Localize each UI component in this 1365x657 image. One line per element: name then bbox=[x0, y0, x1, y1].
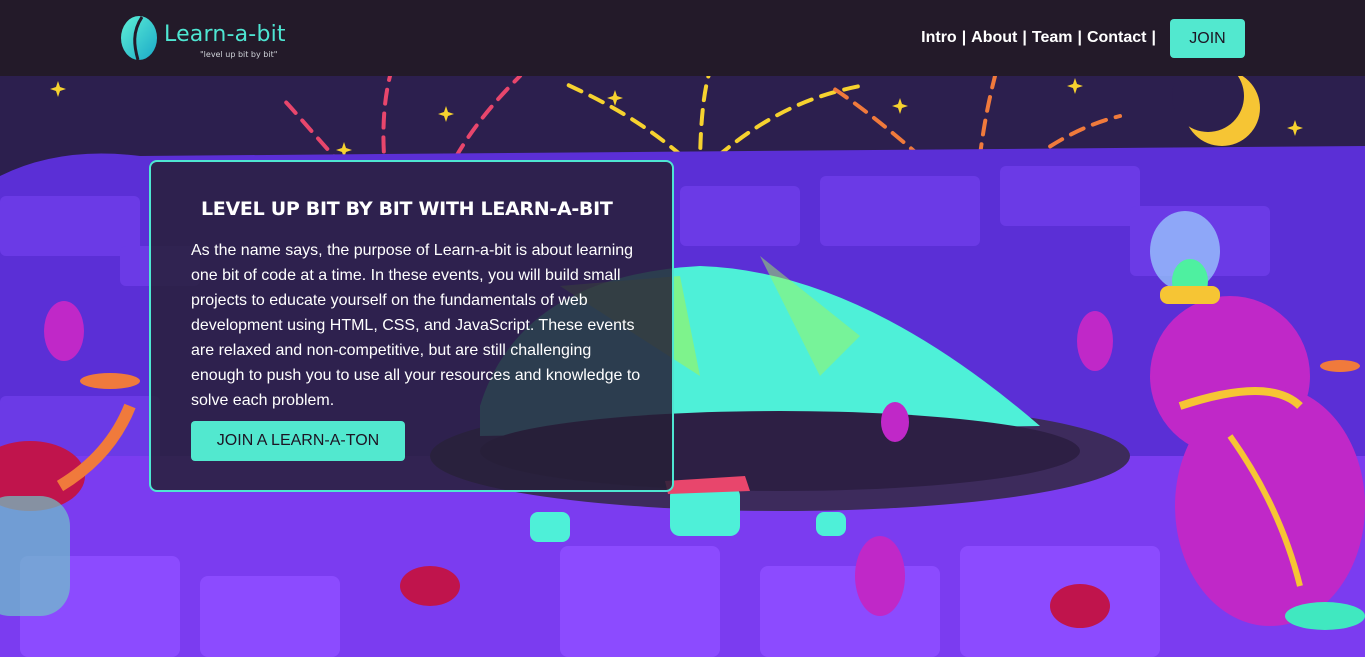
nav-separator: | bbox=[961, 29, 967, 46]
nav-separator: | bbox=[1151, 29, 1156, 46]
join-button[interactable]: JOIN bbox=[1170, 19, 1245, 58]
nav-separator: | bbox=[1022, 29, 1027, 46]
nav-link-intro[interactable]: Intro bbox=[921, 29, 957, 47]
join-learn-a-ton-button[interactable]: JOIN A LEARN-A-TON bbox=[191, 421, 405, 461]
hero-title: LEVEL UP BIT BY BIT WITH LEARN-A-BIT bbox=[201, 198, 613, 220]
nav-link-about[interactable]: About bbox=[971, 29, 1017, 47]
brand-tagline: "level up bit by bit" bbox=[200, 50, 278, 59]
logo-icon[interactable] bbox=[118, 14, 160, 62]
brand-name[interactable]: Learn-a-bit bbox=[164, 22, 286, 47]
nav-link-contact[interactable]: Contact bbox=[1087, 29, 1147, 47]
main-nav: Intro | About | Team | Contact | bbox=[921, 29, 1161, 47]
hero-section: LEVEL UP BIT BY BIT WITH LEARN-A-BIT As … bbox=[0, 76, 1365, 657]
nav-link-team[interactable]: Team bbox=[1032, 29, 1073, 47]
navbar: Learn-a-bit "level up bit by bit" Intro … bbox=[0, 0, 1365, 76]
hero-description: As the name says, the purpose of Learn-a… bbox=[191, 242, 641, 409]
intro-card: LEVEL UP BIT BY BIT WITH LEARN-A-BIT As … bbox=[149, 160, 674, 492]
nav-separator: | bbox=[1077, 29, 1082, 46]
